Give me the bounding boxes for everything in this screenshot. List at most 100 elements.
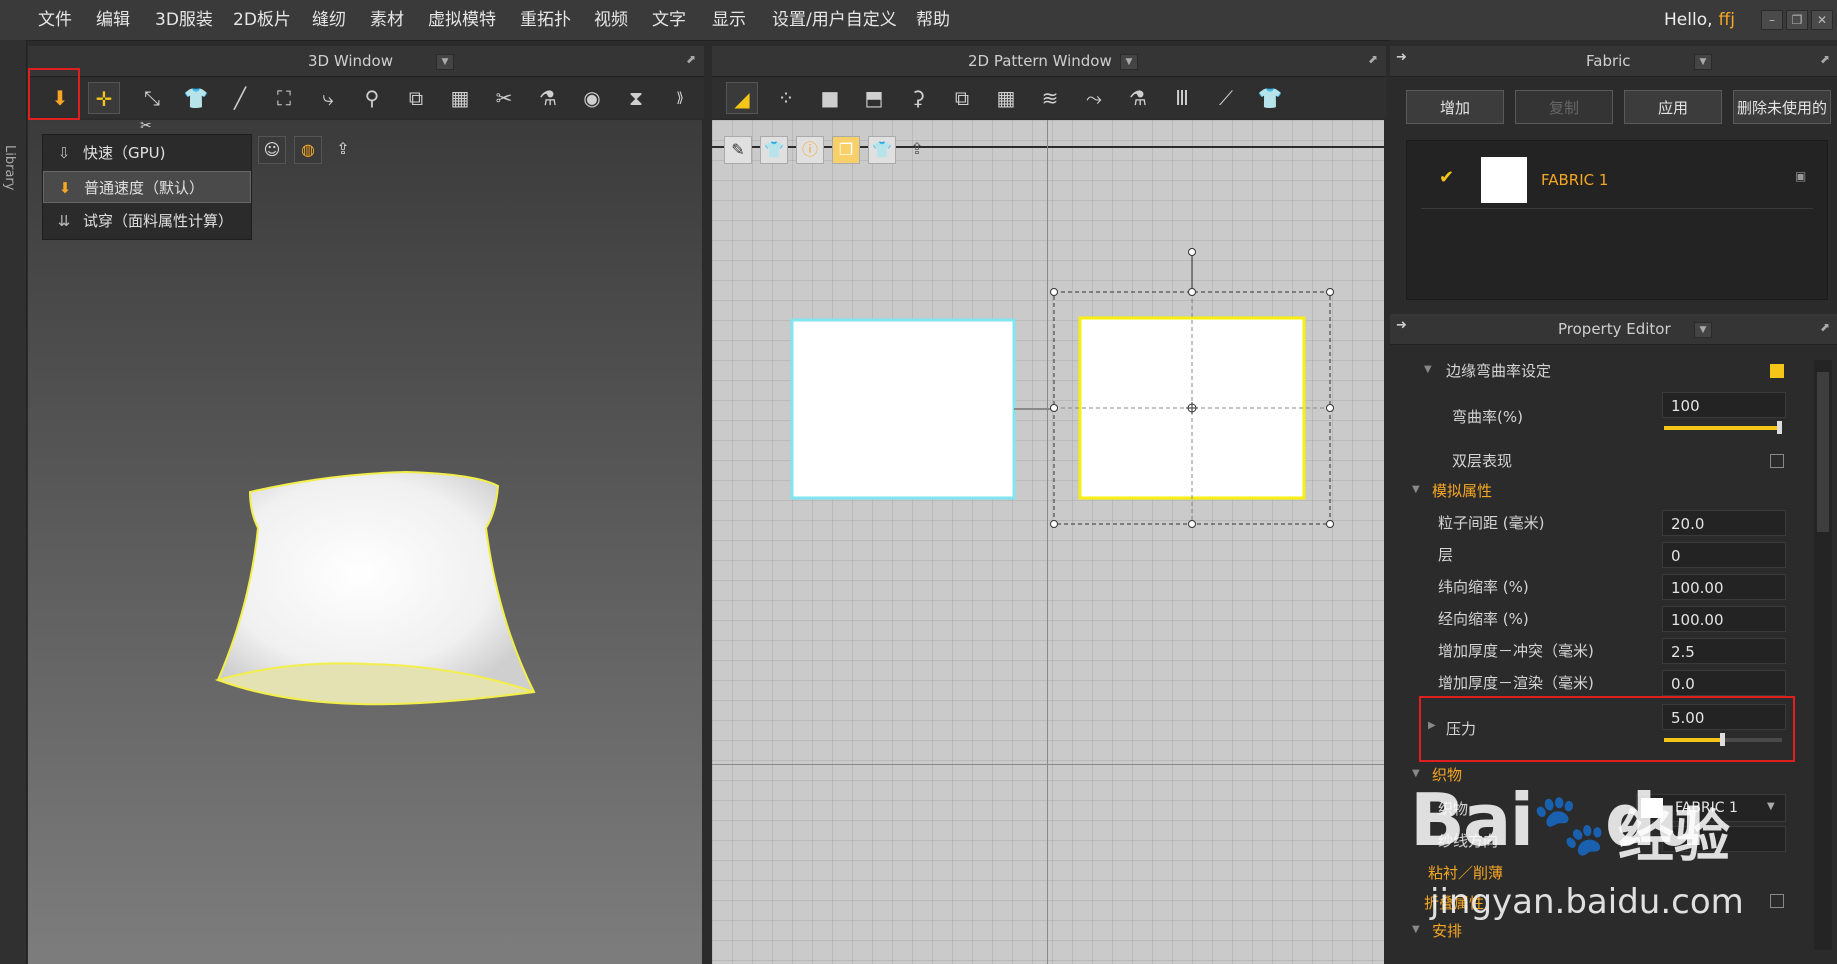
row-curvature: 弯曲率(%) 100 xyxy=(1394,392,1812,444)
section-simulation[interactable]: ▼ 模拟属性 xyxy=(1394,480,1812,508)
collapse-icon[interactable]: ▼ xyxy=(1424,364,1432,375)
particle-distance-input[interactable]: 20.0 xyxy=(1662,510,1786,536)
avatar-display-icon[interactable]: ☺ xyxy=(258,136,286,164)
garment-select-icon[interactable]: 👕 xyxy=(180,82,212,114)
measure-grid-icon[interactable]: ▦ xyxy=(444,82,476,114)
fold-tool-icon[interactable]: ⤷ xyxy=(312,82,344,114)
menu-item-fast-gpu[interactable]: ⇩ 快速（GPU) xyxy=(43,137,251,169)
viewport-2d[interactable]: ✎ 👕 ⓘ ❐ 👕 ⇪ xyxy=(712,120,1384,964)
menu-text[interactable]: 文字 xyxy=(652,0,686,40)
library-side-tab[interactable]: Library xyxy=(0,40,27,964)
menu-retopology[interactable]: 重拓扑 xyxy=(520,0,571,40)
popout-icon[interactable]: ⬈ xyxy=(1820,52,1830,66)
edit-point-icon[interactable]: ⁘ xyxy=(770,82,802,114)
watermark-brand: 经验 xyxy=(1618,805,1730,870)
avatar-arrange-icon[interactable]: ⚲ xyxy=(356,82,388,114)
toolbar-more-icon[interactable]: ⟫ xyxy=(664,82,696,114)
shirt-icon[interactable]: 👕 xyxy=(1254,82,1286,114)
export-icon[interactable]: ⇪ xyxy=(330,136,356,162)
fold-checkbox[interactable] xyxy=(1770,894,1784,908)
chevron-down-icon[interactable]: ▼ xyxy=(436,54,454,70)
seam-tool-icon[interactable]: ⚗ xyxy=(532,82,564,114)
zipper-tool-icon[interactable]: ⧗ xyxy=(620,82,652,114)
user-name[interactable]: ffj xyxy=(1719,10,1735,30)
pin-panel-icon[interactable]: ➜ xyxy=(1396,50,1407,65)
texture-sphere-icon[interactable]: ◍ xyxy=(294,136,322,164)
menu-avatar[interactable]: 虚拟模特 xyxy=(428,0,496,40)
rectangle-tool-icon[interactable]: ■ xyxy=(814,82,846,114)
fabric-add-button[interactable]: 增加 xyxy=(1406,90,1504,124)
pen-tool-icon[interactable]: ╱ xyxy=(224,82,256,114)
pleat-tool-icon[interactable]: Ⅲ xyxy=(1166,82,1198,114)
fabric-apply-button[interactable]: 应用 xyxy=(1624,90,1722,124)
minimize-icon[interactable]: – xyxy=(1761,10,1783,30)
edge-curvature-checkbox[interactable] xyxy=(1770,364,1784,378)
menu-2d-pattern[interactable]: 2D板片 xyxy=(233,0,291,40)
popout-icon[interactable]: ⬈ xyxy=(1368,52,1378,66)
menu-item-fitting[interactable]: ⇊ 试穿（面料属性计算） xyxy=(43,205,251,237)
scroll-thumb[interactable] xyxy=(1817,372,1829,532)
scissors-icon: ✂ xyxy=(140,118,152,134)
polygon-tool-icon[interactable]: ⬒ xyxy=(858,82,890,114)
sew-tool-icon[interactable]: ⤳ xyxy=(1078,82,1110,114)
button-tool-icon[interactable]: ◉ xyxy=(576,82,608,114)
trim-tool-icon[interactable]: ✂ xyxy=(488,82,520,114)
chevron-down-icon[interactable]: ▼ xyxy=(1694,54,1712,70)
dart-tool-icon[interactable]: ⚳ xyxy=(902,82,934,114)
fabric-delete-unused-button[interactable]: 删除未使用的 xyxy=(1733,90,1831,124)
property-scrollbar[interactable] xyxy=(1814,360,1832,950)
layer-input[interactable]: 0 xyxy=(1662,542,1786,568)
transform-pattern-icon[interactable]: ◢ xyxy=(726,82,758,114)
curvature-input[interactable]: 100 xyxy=(1662,392,1786,418)
warp-shrink-input[interactable]: 100.00 xyxy=(1662,606,1786,632)
save-fabric-icon[interactable]: ▣ xyxy=(1795,169,1806,183)
fabric-copy-button[interactable]: 复制 xyxy=(1515,90,1613,124)
pin-tool-icon[interactable]: ⤡ xyxy=(136,82,168,114)
property-editor: ▼ 边缘弯曲率设定 弯曲率(%) 100 双层表现 ▼ 模拟属性 粒子间距 (毫… xyxy=(1394,350,1812,964)
grid-tool-icon[interactable]: ▦ xyxy=(990,82,1022,114)
collapse-icon[interactable]: ▼ xyxy=(1412,484,1420,495)
weft-shrink-input[interactable]: 100.00 xyxy=(1662,574,1786,600)
curvature-slider[interactable] xyxy=(1664,421,1782,434)
property-editor-header: ➜ Property Editor ▼ ⬈ xyxy=(1390,314,1837,345)
pin-panel-icon[interactable]: ➜ xyxy=(1396,318,1407,333)
menu-3d-garment[interactable]: 3D服装 xyxy=(155,0,213,40)
close-icon[interactable]: ✕ xyxy=(1811,10,1833,30)
viewport-3d[interactable] xyxy=(28,120,702,964)
window-3d-header: 3D Window ▼ ⬈ xyxy=(28,46,704,77)
menu-settings[interactable]: 设置/用户自定义 xyxy=(772,0,897,40)
menu-edit[interactable]: 编辑 xyxy=(96,0,130,40)
menu-file[interactable]: 文件 xyxy=(38,0,72,40)
popout-icon[interactable]: ⬈ xyxy=(686,52,696,66)
chevron-down-icon[interactable]: ▼ xyxy=(1694,322,1712,338)
seam-check-icon[interactable]: ⚗ xyxy=(1122,82,1154,114)
thickness-collision-input[interactable]: 2.5 xyxy=(1662,638,1786,664)
collapse-icon[interactable]: ▼ xyxy=(1412,924,1420,935)
menu-video[interactable]: 视频 xyxy=(594,0,628,40)
select-move-icon[interactable]: ✛ xyxy=(88,82,120,114)
shirt-arrange-icon[interactable]: ⛶ xyxy=(268,82,300,114)
popout-icon[interactable]: ⬈ xyxy=(1820,320,1830,334)
thickness-render-input[interactable]: 0.0 xyxy=(1662,670,1786,696)
highlight-simulate-box xyxy=(28,68,80,120)
fabric-name: FABRIC 1 xyxy=(1541,171,1609,189)
menu-display[interactable]: 显示 xyxy=(712,0,746,40)
pattern-piece-left[interactable] xyxy=(790,318,1016,500)
row-thickness-collision: 增加厚度－冲突（毫米) 2.5 xyxy=(1394,638,1812,666)
measure-line-icon[interactable]: ⟋ xyxy=(1210,82,1242,114)
fold-line-icon[interactable]: ≋ xyxy=(1034,82,1066,114)
restore-icon[interactable]: ❐ xyxy=(1786,10,1808,30)
chevron-down-icon[interactable]: ▼ xyxy=(1120,54,1138,70)
tack-tool-icon[interactable]: ⧉ xyxy=(400,82,432,114)
double-layer-checkbox[interactable] xyxy=(1770,454,1784,468)
menu-materials[interactable]: 素材 xyxy=(370,0,404,40)
menu-help[interactable]: 帮助 xyxy=(916,0,950,40)
window-3d-title: 3D Window xyxy=(308,52,394,70)
menu-sewing[interactable]: 缝纫 xyxy=(312,0,346,40)
menu-item-normal-speed[interactable]: ⬇ 普通速度（默认） xyxy=(43,171,251,203)
fabric-list-item[interactable]: ✔ FABRIC 1 ▣ xyxy=(1407,153,1827,209)
pillow-model[interactable] xyxy=(28,120,702,964)
section-arrange[interactable]: ▼ 安排 xyxy=(1394,920,1812,948)
arrow-down-double-icon: ⇊ xyxy=(57,212,71,230)
internal-line-icon[interactable]: ⧉ xyxy=(946,82,978,114)
